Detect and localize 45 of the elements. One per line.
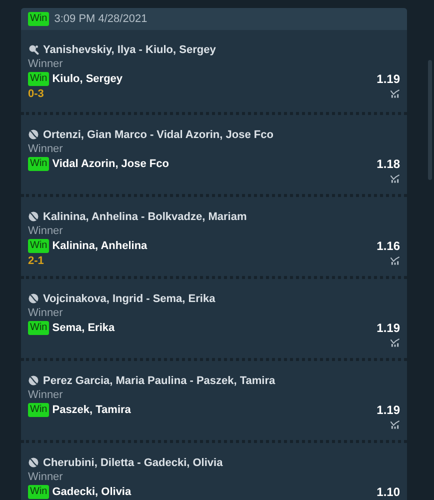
market-label: Winner [28, 57, 64, 71]
tennis-ball-icon [28, 129, 39, 140]
paddle-icon [28, 44, 39, 55]
pick-name: Kiulo, Sergey [52, 72, 123, 84]
result-badge: Win [28, 12, 50, 26]
odds-value: 1.19 [376, 72, 400, 86]
odds-value: 1.16 [376, 238, 400, 252]
pick-name: Paszek, Tamira [52, 404, 131, 416]
event-title: Cherubini, Diletta - Gadecki, Olivia [43, 456, 223, 468]
market-label: Winner [28, 470, 64, 484]
pick-name: Gadecki, Olivia [52, 486, 132, 498]
result-badge: Win [28, 238, 50, 252]
market-label: Winner [28, 388, 64, 402]
result-badge: Win [28, 156, 50, 170]
tennis-ball-icon [28, 457, 39, 468]
pick-name: Sema, Erika [52, 322, 115, 334]
score-text: 2-1 [28, 254, 44, 266]
stats-icon[interactable] [390, 338, 400, 347]
pick-name: Kalinina, Anhelina [52, 240, 148, 252]
odds-value: 1.18 [376, 156, 400, 170]
event-title: Ortenzi, Gian Marco - Vidal Azorin, Jose Fco [43, 128, 274, 140]
pick-name: Vidal Azorin, Jose Fco [52, 158, 169, 170]
odds-value: 1.10 [376, 484, 400, 498]
result-badge: Win [28, 72, 50, 86]
result-badge: Win [28, 484, 50, 498]
tennis-ball-icon [28, 293, 39, 304]
result-badge: Win [28, 320, 50, 334]
tennis-ball-icon [28, 211, 39, 222]
tennis-ball-icon [28, 375, 39, 386]
odds-value: 1.19 [376, 402, 400, 416]
market-label: Winner [28, 142, 64, 156]
market-label: Winner [28, 306, 64, 320]
bet-datetime: 3:09 PM 4/28/2021 [54, 13, 148, 25]
event-title: Vojcinakova, Ingrid - Sema, Erika [43, 292, 216, 304]
odds-value: 1.19 [376, 320, 400, 334]
score-text: 0-3 [28, 88, 44, 100]
result-badge: Win [28, 402, 50, 416]
event-title: Perez Garcia, Maria Paulina - Paszek, Tamira [43, 374, 276, 386]
stats-icon[interactable] [390, 256, 400, 265]
stats-icon[interactable] [390, 174, 400, 183]
market-label: Winner [28, 224, 64, 238]
event-title: Kalinina, Anhelina - Bolkvadze, Mariam [43, 210, 247, 222]
event-title: Yanishevskiy, Ilya - Kiulo, Sergey [43, 44, 216, 56]
stats-icon[interactable] [390, 420, 400, 429]
stats-icon[interactable] [390, 89, 400, 98]
